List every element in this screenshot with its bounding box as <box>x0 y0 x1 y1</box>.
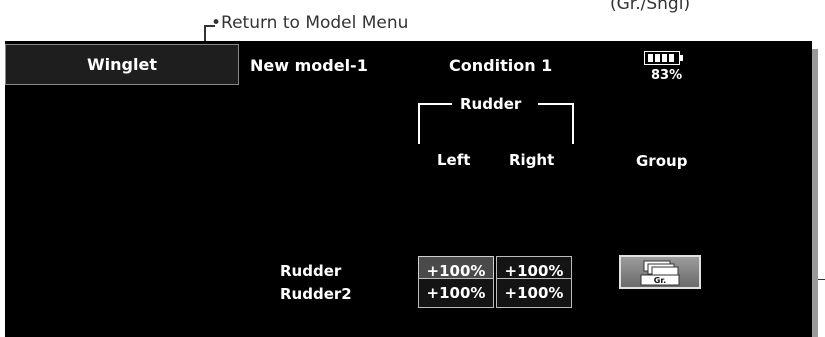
battery-percent: 83% <box>651 68 683 83</box>
condition-name: Condition 1 <box>449 56 553 75</box>
screen-title: Winglet <box>87 55 157 74</box>
battery-tip <box>680 55 683 61</box>
bracket-top-left <box>418 103 452 105</box>
bracket-right <box>572 103 574 144</box>
model-name: New model-1 <box>250 56 368 75</box>
battery-icon <box>644 51 680 65</box>
transmitter-screen <box>5 41 812 337</box>
rudder2-right-value[interactable]: +100% <box>496 278 572 308</box>
rudder2-left-value[interactable]: +100% <box>418 278 494 308</box>
return-to-model-menu-button[interactable]: Winglet <box>5 44 239 85</box>
leader-line-return-horizontal <box>205 25 215 27</box>
bracket-top-right <box>538 103 574 105</box>
group-label: Group <box>636 152 688 170</box>
row-label-rudder2: Rudder2 <box>280 285 352 303</box>
rudder-group-label: Rudder <box>460 95 522 113</box>
group-mode-button[interactable]: Gr. <box>619 255 701 289</box>
row-label-rudder: Rudder <box>280 262 342 280</box>
column-header-left: Left <box>437 151 471 169</box>
group-button-label: Gr. <box>654 276 666 285</box>
group-icon: Gr. <box>640 260 680 286</box>
screen-shadow <box>812 49 818 337</box>
bracket-left <box>418 103 420 144</box>
annotation-group-mode: (Gr./Sngl) <box>610 0 691 14</box>
column-header-right: Right <box>509 151 555 169</box>
annotation-return-to-model-menu: •Return to Model Menu <box>211 13 409 33</box>
